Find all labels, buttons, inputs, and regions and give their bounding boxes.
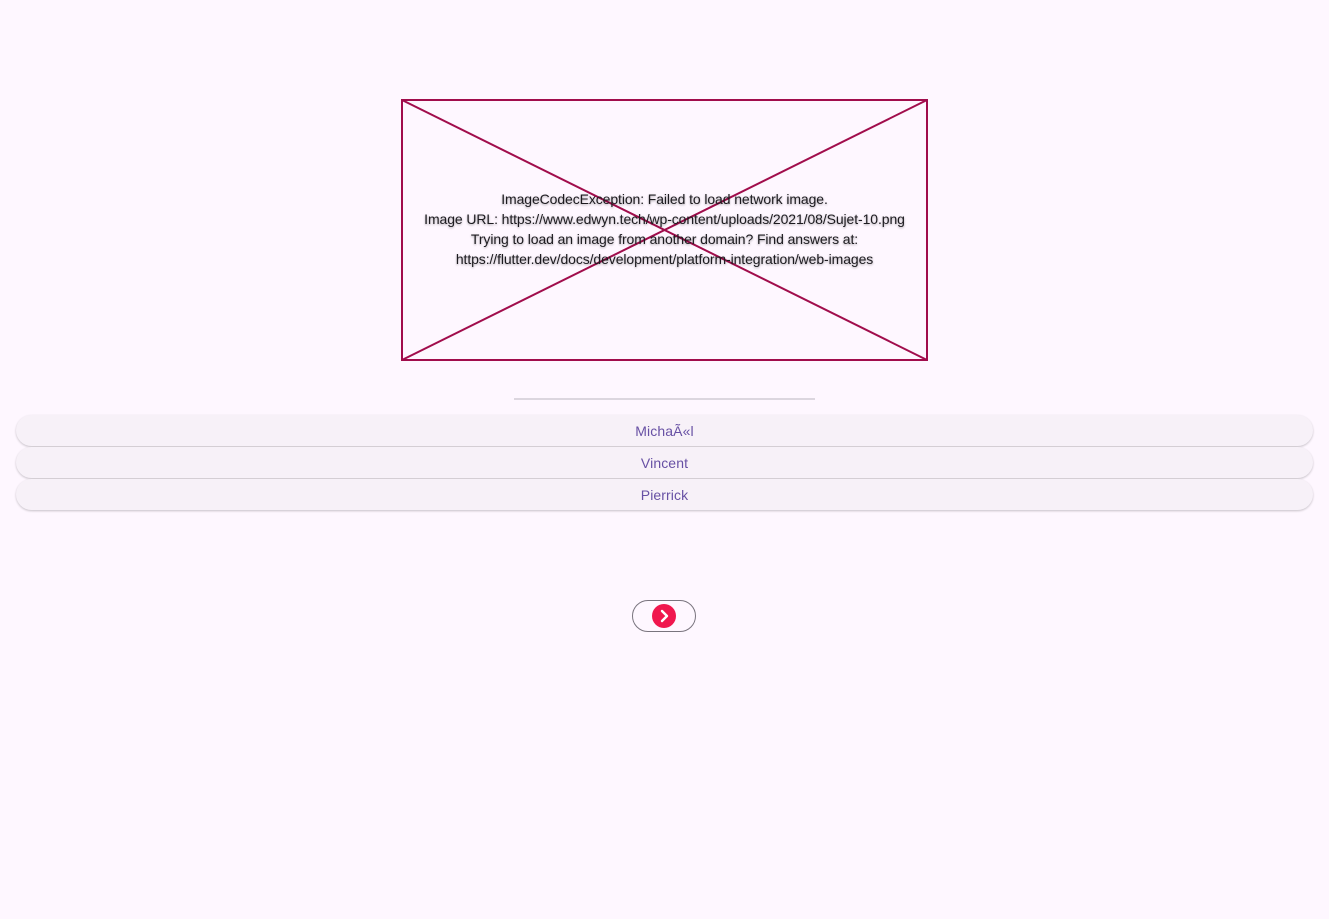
divider bbox=[514, 398, 815, 400]
answer-options-list: MichaÃ«l Vincent Pierrick bbox=[16, 415, 1313, 511]
image-error-message: ImageCodecException: Failed to load netw… bbox=[401, 99, 928, 361]
answer-option-button[interactable]: Vincent bbox=[16, 447, 1313, 478]
error-line: Trying to load an image from another dom… bbox=[470, 231, 859, 247]
chevron-right-circle-icon bbox=[652, 604, 676, 628]
error-line: Image URL: https://www.edwyn.tech/wp-con… bbox=[424, 211, 905, 227]
image-error-placeholder: ImageCodecException: Failed to load netw… bbox=[401, 99, 928, 361]
next-button[interactable] bbox=[632, 600, 696, 632]
error-line: https://flutter.dev/docs/development/pla… bbox=[455, 251, 874, 267]
quiz-page: ImageCodecException: Failed to load netw… bbox=[0, 0, 1329, 919]
error-line: ImageCodecException: Failed to load netw… bbox=[501, 191, 828, 207]
answer-option-button[interactable]: Pierrick bbox=[16, 479, 1313, 510]
answer-option-button[interactable]: MichaÃ«l bbox=[16, 415, 1313, 446]
